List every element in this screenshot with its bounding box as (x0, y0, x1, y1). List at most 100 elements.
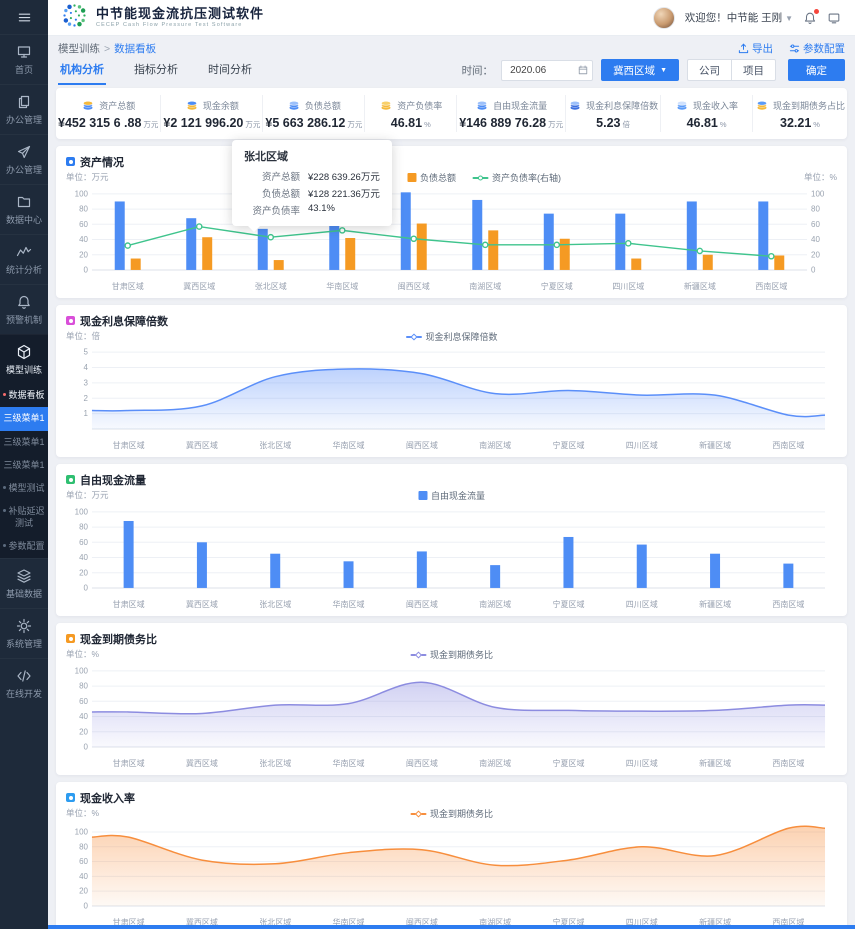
kpi-header: 资产负债率 (367, 97, 454, 113)
tabs: 机构分析指标分析时间分析 (58, 56, 280, 85)
tab-1[interactable]: 指标分析 (132, 56, 180, 85)
sidebar-item-alert-mechanism[interactable]: 预警机制 (0, 284, 48, 334)
kpi-asset-debt-ratio: 资产负债率 46.81% (365, 95, 457, 132)
legend-item[interactable]: 资产负债率(右轴) (472, 171, 561, 184)
sidebar-subitem-label: 三级菜单1 (3, 460, 44, 470)
x-axis-label: 西南区域 (752, 758, 825, 769)
x-axis-label: 冀西区域 (165, 758, 238, 769)
sidebar-item-office-mgmt-1[interactable]: 办公管理 (0, 84, 48, 134)
chart-meta: 单位：万元资产总额负债总额资产负债率(右轴)单位：% (66, 171, 837, 185)
screen-icon[interactable] (827, 11, 841, 25)
region-dropdown[interactable]: 冀西区域▼ (601, 59, 679, 81)
sidebar-subitem-model-test[interactable]: 模型测试 (0, 477, 48, 500)
coins-icon (568, 98, 582, 112)
calendar-icon[interactable] (578, 65, 588, 75)
svg-text:40: 40 (79, 872, 88, 881)
legend-item[interactable]: 自由现金流量 (418, 489, 485, 502)
bullet-icon (3, 486, 6, 489)
chart-card-due-debt-ratio: 现金到期债务比单位：%现金到期债务比020406080100甘肃区域冀西区域张北… (56, 623, 847, 775)
svg-text:20: 20 (79, 250, 88, 259)
svg-text:0: 0 (84, 902, 89, 911)
company-button[interactable]: 公司 (687, 59, 732, 81)
x-axis-label: 新疆区域 (664, 281, 736, 292)
svg-text:0: 0 (811, 266, 816, 275)
chart-title: 自由现金流量 (80, 472, 146, 488)
legend-item[interactable]: 现金到期债务比 (410, 648, 493, 661)
chart-meta: 单位：倍 现金利息保障倍数 (66, 330, 837, 344)
legend-item[interactable]: 负债总额 (407, 171, 456, 184)
sidebar-item-office-mgmt-2[interactable]: 办公管理 (0, 134, 48, 184)
sidebar-subitem-menu3-1[interactable]: 三级菜单1 (0, 407, 48, 430)
notification-dot (814, 9, 819, 14)
sidebar-item-label: 统计分析 (6, 265, 42, 275)
unit-left-label: 单位：倍 (66, 331, 100, 341)
coins-icon (185, 98, 199, 112)
svg-text:0: 0 (84, 266, 89, 275)
sidebar-item-stats-analysis[interactable]: 统计分析 (0, 234, 48, 284)
legend-label: 现金利息保障倍数 (425, 330, 497, 343)
kpi-value: 46.81% (367, 116, 454, 130)
chart-due-debt-ratio-plot: 020406080100 (66, 662, 837, 752)
sidebar-item-base-data[interactable]: 基础数据 (0, 558, 48, 608)
kpi-header: 现金收入率 (663, 97, 750, 113)
svg-text:20: 20 (79, 727, 88, 736)
x-axis-label: 四川区域 (605, 599, 678, 610)
sidebar-item-home[interactable]: 首页 (0, 34, 48, 84)
x-axis-label: 宁夏区域 (521, 281, 593, 292)
legend-item[interactable]: 现金利息保障倍数 (405, 330, 497, 343)
chart-title-icon (66, 475, 75, 484)
kpi-value: ¥5 663 286.12万元 (265, 116, 362, 130)
avatar[interactable] (653, 7, 675, 29)
sidebar-item-data-center[interactable]: 数据中心 (0, 184, 48, 234)
main-area: 中节能现金流抗压测试软件 CECEP Cash Flow Pressure Te… (48, 0, 855, 929)
chart-card-free-cash-flow: 自由现金流量单位：万元自由现金流量020406080100甘肃区域冀西区域张北区… (56, 464, 847, 616)
sidebar-subitem-menu3-3[interactable]: 三级菜单1 (0, 454, 48, 477)
tab-2[interactable]: 时间分析 (206, 56, 254, 85)
sidebar-subitem-param-config[interactable]: 参数配置 (0, 535, 48, 558)
user-menu[interactable]: 欢迎您！中节能 王刚 ▼ (685, 10, 793, 25)
unit-right-label: 单位：% (804, 171, 837, 183)
svg-text:80: 80 (811, 205, 820, 214)
sidebar: 首页办公管理办公管理数据中心统计分析预警机制模型训练数据看板三级菜单1三级菜单1… (0, 0, 48, 929)
project-button[interactable]: 项目 (731, 59, 776, 81)
svg-text:80: 80 (79, 205, 88, 214)
legend-item[interactable]: 现金到期债务比 (410, 807, 493, 820)
kpi-label: 资产总额 (99, 99, 135, 112)
header-right: 欢迎您！中节能 王刚 ▼ (653, 7, 841, 29)
kpi-header: 现金余额 (163, 97, 260, 113)
x-axis-label: 西南区域 (752, 599, 825, 610)
sidebar-item-label: 在线开发 (6, 689, 42, 699)
confirm-button[interactable]: 确定 (788, 59, 845, 81)
kpi-header: 自由现金流量 (459, 97, 563, 113)
x-axis-label: 四川区域 (605, 758, 678, 769)
menu-toggle-icon[interactable] (0, 0, 48, 34)
sidebar-subitem-menu3-2[interactable]: 三级菜单1 (0, 431, 48, 454)
breadcrumb-parent[interactable]: 模型训练 (58, 41, 100, 56)
export-button[interactable]: 导出 (738, 41, 773, 56)
sidebar-item-system-mgmt[interactable]: 系统管理 (0, 608, 48, 658)
chart-header: 现金收入率 (66, 790, 837, 805)
svg-text:80: 80 (79, 523, 88, 532)
sidebar-item-online-dev[interactable]: 在线开发 (0, 658, 48, 708)
param-config-button[interactable]: 参数配置 (789, 41, 845, 56)
x-axis-label: 闽西区域 (385, 599, 458, 610)
chart-tooltip: 张北区域资产总额¥228 639.26万元负债总额¥128 221.36万元资产… (232, 140, 392, 226)
time-label: 时间： (462, 63, 494, 78)
tab-0[interactable]: 机构分析 (58, 56, 106, 85)
x-axis-label: 华南区域 (312, 758, 385, 769)
bell-icon[interactable] (803, 11, 817, 25)
sidebar-item-model-training[interactable]: 模型训练 (0, 334, 48, 384)
chart-card-interest-coverage: 现金利息保障倍数单位：倍现金利息保障倍数12345甘肃区域冀西区域张北区域华南区… (56, 305, 847, 457)
svg-text:100: 100 (75, 666, 89, 675)
chart-assets-plot: 002020404060608080100100 (66, 185, 837, 275)
chart-meta: 单位：%现金到期债务比 (66, 807, 837, 821)
horizontal-scrollbar[interactable] (48, 925, 855, 929)
svg-text:3: 3 (84, 378, 89, 387)
x-axis-labels: 甘肃区域冀西区域张北区域华南区域闽西区域南湖区域宁夏区域四川区域新疆区域西南区域 (66, 599, 837, 610)
sidebar-subitem-data-board[interactable]: 数据看板 (0, 384, 48, 407)
sidebar-subitem-subsidy-delay-test[interactable]: 补贴延迟测试 (0, 500, 48, 535)
coins-icon (475, 98, 489, 112)
svg-text:60: 60 (79, 697, 88, 706)
svg-text:80: 80 (79, 682, 88, 691)
svg-text:100: 100 (75, 507, 89, 516)
